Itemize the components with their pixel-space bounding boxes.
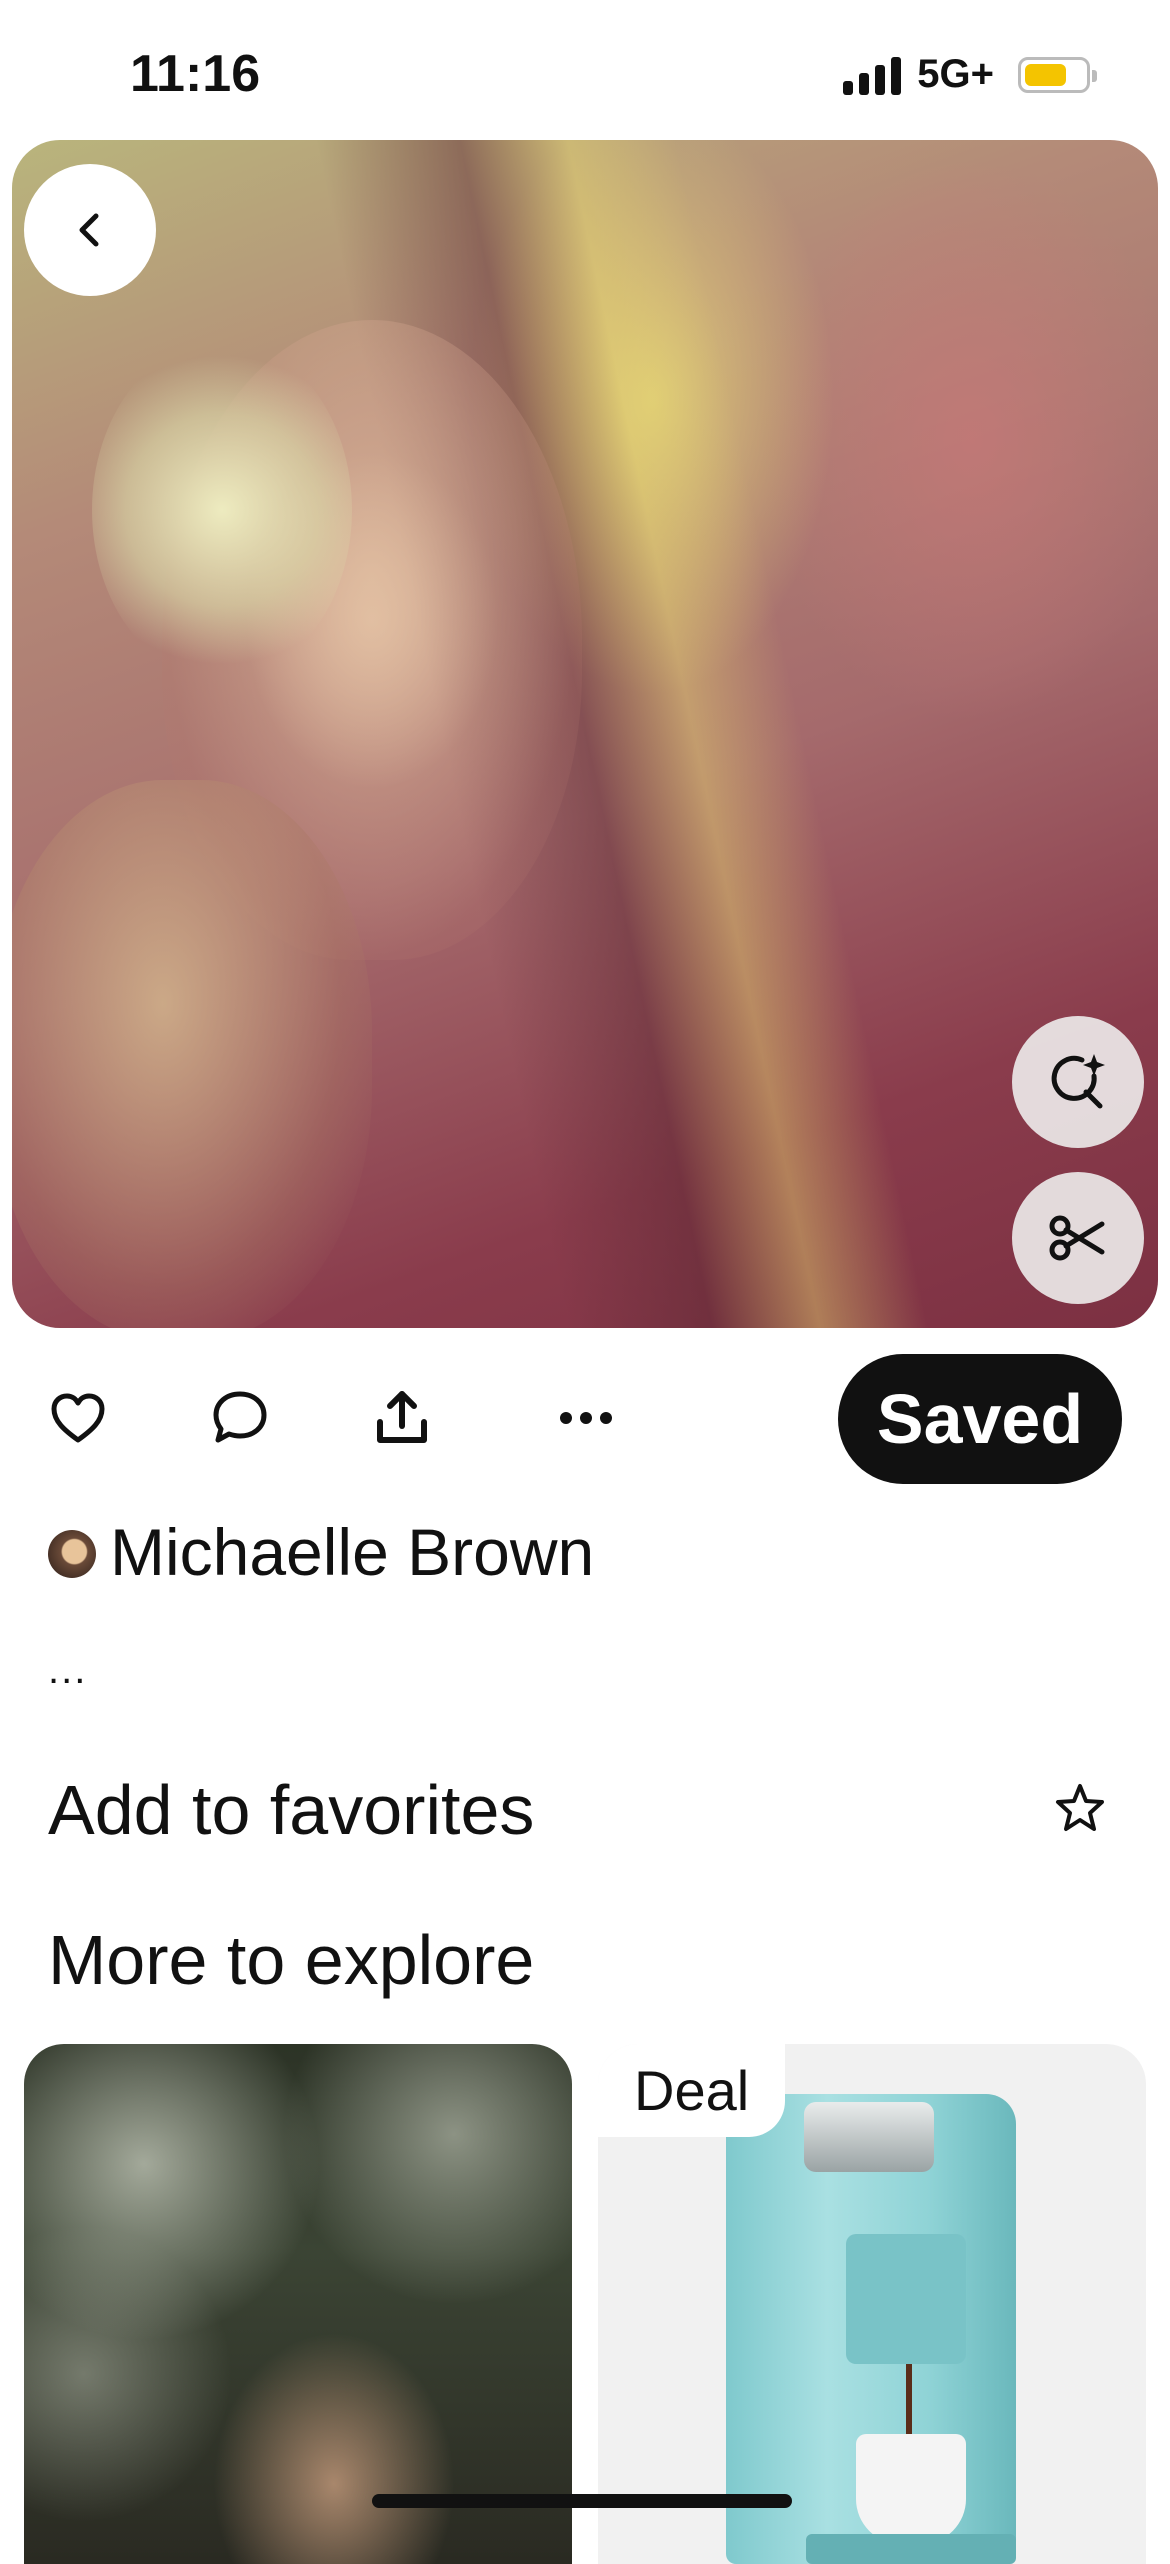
- scissors-icon: [1049, 1215, 1105, 1261]
- chevron-left-icon: [79, 213, 99, 247]
- saved-button[interactable]: Saved: [838, 1354, 1122, 1484]
- battery-icon: [1018, 56, 1097, 93]
- comment-icon: [213, 1391, 267, 1443]
- image-hand-shape: [12, 780, 372, 1328]
- comment-button[interactable]: [200, 1378, 280, 1458]
- more-to-explore-heading: More to explore: [48, 1921, 535, 1999]
- signal-icon: [843, 55, 902, 95]
- visual-search-icon: [1051, 1054, 1105, 1109]
- home-indicator[interactable]: [372, 2494, 792, 2508]
- status-time: 11:16: [130, 45, 261, 103]
- avatar[interactable]: [48, 1530, 96, 1578]
- cutout-button[interactable]: [1012, 1172, 1144, 1304]
- back-button[interactable]: [24, 164, 156, 296]
- explore-card[interactable]: Deal: [598, 2044, 1146, 2564]
- description-more[interactable]: ...: [48, 1648, 87, 1693]
- explore-card[interactable]: [24, 2044, 572, 2564]
- more-icon: [560, 1412, 612, 1424]
- image-flower-shape: [92, 340, 352, 680]
- add-to-favorites-label: Add to favorites: [48, 1771, 535, 1849]
- share-button[interactable]: [362, 1378, 442, 1458]
- battery-fill: [1025, 63, 1066, 86]
- creator-name[interactable]: Michaelle Brown: [110, 1514, 594, 1590]
- like-button[interactable]: [38, 1378, 118, 1458]
- visual-search-button[interactable]: [1012, 1016, 1144, 1148]
- add-to-favorites-button[interactable]: [1040, 1768, 1120, 1848]
- share-icon: [377, 1391, 427, 1443]
- heart-icon: [51, 1393, 105, 1443]
- pin-image[interactable]: [12, 140, 1158, 1328]
- status-indicators: 5G+: [843, 52, 1097, 97]
- deal-badge: Deal: [598, 2044, 786, 2137]
- star-icon: [1056, 1784, 1104, 1831]
- more-options-button[interactable]: [546, 1378, 626, 1458]
- network-type: 5G+: [917, 52, 994, 96]
